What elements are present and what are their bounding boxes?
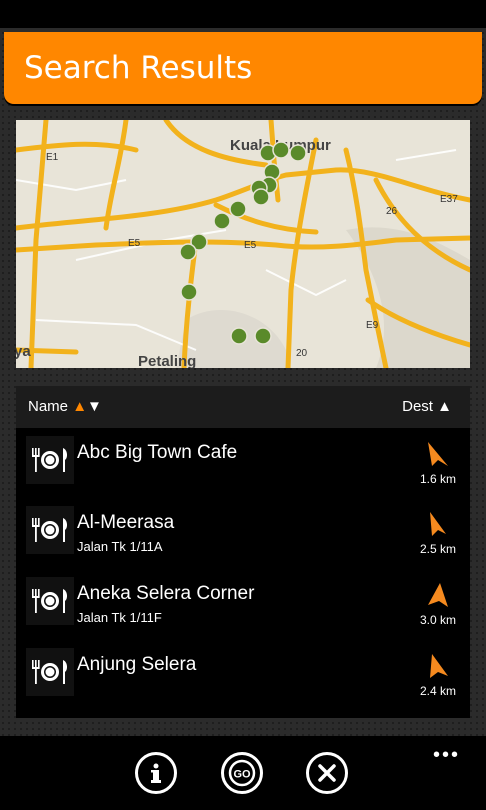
map-city-label-petaling: Petaling (138, 353, 196, 368)
sort-ascending-icon: ▲ (437, 398, 452, 415)
item-name: Al-Meerasa (77, 512, 175, 533)
sort-by-name-button[interactable]: Name ▲▼ (28, 398, 102, 415)
go-button[interactable]: GO (221, 752, 263, 794)
close-button[interactable] (306, 752, 348, 794)
map-marker (254, 327, 272, 345)
map-marker (230, 327, 248, 345)
results-map[interactable]: E5 E5 E37 26 E9 20 E1 Kuala Lumpur Petal… (16, 120, 470, 368)
map-marker (229, 200, 247, 218)
go-label: GO (233, 769, 251, 781)
map-marker (289, 144, 307, 162)
item-address: Jalan Tk 1/11A (77, 539, 163, 554)
restaurant-icon (26, 436, 74, 484)
direction-arrow-icon (430, 512, 446, 536)
list-header: Name ▲▼ Dest ▲ (16, 386, 470, 428)
application-bar: GO ••• (0, 736, 486, 810)
item-distance: 2.4 km (419, 684, 456, 698)
restaurant-icon (26, 648, 74, 696)
go-icon: GO (228, 759, 256, 787)
road-label-e5: E5 (244, 240, 257, 251)
restaurant-icon (26, 506, 74, 554)
item-address: Jalan Tk 1/11F (77, 610, 162, 625)
road-label-e5-west: E5 (128, 238, 141, 249)
list-item[interactable]: Aneka Selera Corner Jalan Tk 1/11F 3.0 k… (16, 569, 470, 639)
dest-column-label: Dest (402, 398, 433, 415)
item-name: Abc Big Town Cafe (77, 442, 238, 463)
sort-by-distance-button[interactable]: Dest ▲ (402, 398, 452, 415)
road-label-20: 20 (296, 348, 308, 359)
header-bar: Search Results (4, 32, 482, 104)
list-item[interactable]: Anjung Selera 2.4 km (16, 640, 470, 710)
map-marker (272, 141, 290, 159)
more-options-button[interactable]: ••• (433, 744, 460, 767)
map-marker (252, 188, 270, 206)
direction-arrow-icon (430, 654, 448, 678)
list-item[interactable]: Abc Big Town Cafe 1.6 km (16, 428, 470, 498)
name-column-label: Name (28, 398, 69, 415)
info-icon (151, 763, 161, 783)
page-title: Search Results (24, 50, 253, 86)
sort-ascending-icon: ▲ (72, 398, 88, 415)
map-marker (179, 243, 197, 261)
road-label-e9: E9 (366, 320, 379, 331)
map-marker (213, 212, 231, 230)
road-label-e1: E1 (46, 152, 59, 163)
info-button[interactable] (135, 752, 177, 794)
item-distance: 3.0 km (419, 613, 456, 627)
list-item[interactable]: Al-Meerasa Jalan Tk 1/11A 2.5 km (16, 498, 470, 568)
item-name: Aneka Selera Corner (77, 583, 255, 604)
direction-arrow-icon (428, 442, 448, 466)
map-canvas: E5 E5 E37 26 E9 20 E1 Kuala Lumpur Petal… (16, 120, 470, 368)
restaurant-icon (26, 577, 74, 625)
status-bar (0, 0, 486, 28)
item-distance: 2.5 km (419, 542, 456, 556)
results-list: Name ▲▼ Dest ▲ Abc Big Town Cafe 1.6 km (16, 386, 470, 718)
map-edge-label: ya (16, 343, 31, 360)
close-icon (318, 764, 336, 782)
road-label-e37: E37 (440, 194, 458, 205)
map-marker (180, 283, 198, 301)
item-distance: 1.6 km (419, 472, 456, 486)
item-name: Anjung Selera (77, 654, 197, 675)
sort-descending-icon: ▼ (87, 398, 102, 415)
road-label-26: 26 (386, 206, 398, 217)
direction-arrow-icon (428, 583, 448, 607)
